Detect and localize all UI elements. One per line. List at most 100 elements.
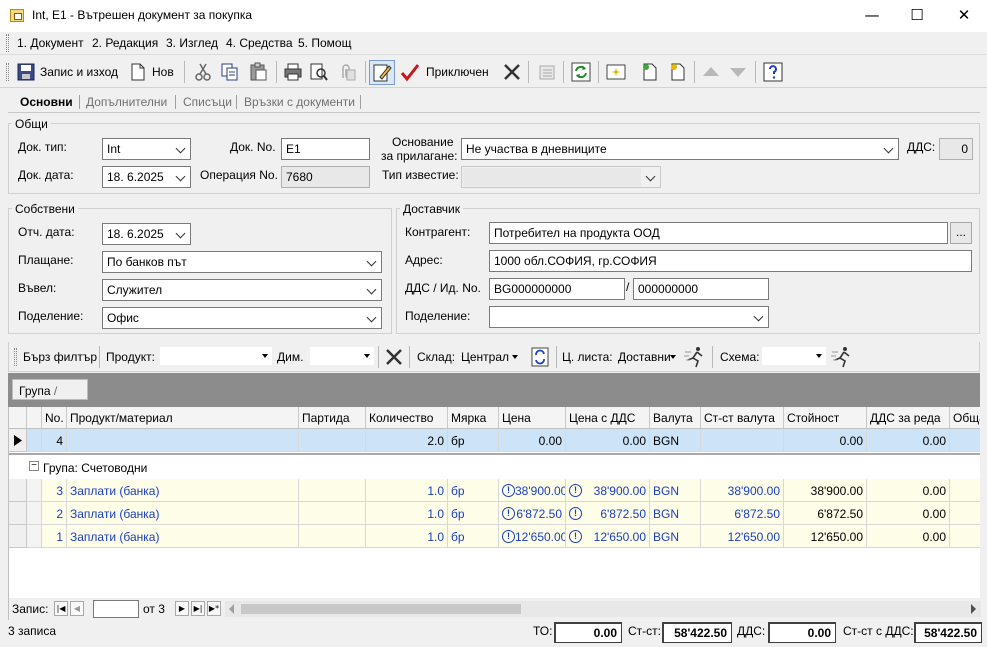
refresh-icon[interactable] [571,62,591,82]
cell-quantity[interactable]: 1.0 [366,479,448,502]
doc-no-input[interactable]: E1 [281,138,370,160]
new-record-button[interactable]: ▶* [207,601,221,616]
toolbar-grip[interactable] [6,63,9,81]
cell-no[interactable]: 3 [42,479,67,502]
col-header-price[interactable]: Цена [499,407,566,429]
col-header-quantity[interactable]: Количество [366,407,448,429]
cell-quantity[interactable]: 2.0 [366,429,448,452]
cell-value-currency[interactable]: 6'872.50 [701,502,784,525]
tab-document-links[interactable]: Връзки с документи [244,95,355,109]
cell-no[interactable]: 4 [42,429,67,452]
cell-total[interactable] [950,502,980,525]
counterparty-browse-button[interactable]: ... [950,222,972,244]
cell-currency[interactable]: BGN [650,502,701,525]
cell-product[interactable]: Заплати (банка) [67,525,299,548]
refresh-warehouse-icon[interactable] [531,347,549,367]
cell-quantity[interactable]: 1.0 [366,502,448,525]
cell-batch[interactable] [299,502,366,525]
scheme-runner-icon[interactable] [830,346,854,368]
move-down-icon[interactable] [728,62,748,82]
cell-price[interactable]: 0.00 [499,429,566,452]
cell-vat-row[interactable]: 0.00 [867,525,950,548]
tab-main[interactable]: Основни [20,95,73,109]
move-up-icon[interactable] [701,62,721,82]
filter-grip[interactable] [14,348,17,366]
address-input[interactable]: 1000 обл.СОФИЯ, гр.СОФИЯ [489,250,972,272]
maximize-button[interactable]: ☐ [894,0,940,32]
price-list-select[interactable]: Доставни [618,350,671,364]
cell-value-currency[interactable]: 12'650.00 [701,525,784,548]
scroll-right-icon[interactable] [971,604,976,614]
cell-value[interactable]: 12'650.00 [784,525,867,548]
cell-product[interactable] [67,429,299,452]
close-button[interactable]: ✕ [941,0,987,32]
cell-batch[interactable] [299,429,366,452]
cell-value[interactable]: 38'900.00 [784,479,867,502]
cell-quantity[interactable]: 1.0 [366,525,448,548]
table-row[interactable]: 3 Заплати (банка) 1.0 бр ! 38'900.00 ! 38'… [9,479,980,502]
cell-total[interactable] [950,525,980,548]
record-number-input[interactable] [93,600,139,618]
table-row[interactable]: 1 Заплати (банка) 1.0 бр ! 12'650.00 ! 12'… [9,525,980,548]
cell-vat-row[interactable]: 0.00 [867,502,950,525]
col-header-unit[interactable]: Мярка [448,407,499,429]
col-header-value-currency[interactable]: Ст-ст валута [701,407,784,429]
delete-icon[interactable] [502,62,522,82]
collapse-group-toggle[interactable]: − [29,461,39,471]
table-row[interactable]: 2 Заплати (банка) 1.0 бр ! 6'872.50 ! 6'87… [9,502,980,525]
cell-value-currency[interactable] [701,429,784,452]
last-record-button[interactable]: ▶| [191,601,205,616]
cell-batch[interactable] [299,479,366,502]
cell-vat-row[interactable]: 0.00 [867,429,950,452]
copy-icon[interactable] [220,62,240,82]
menu-document[interactable]: 1. Документ [17,36,84,50]
add-row-icon[interactable] [640,62,660,82]
cell-unit[interactable]: бр [448,525,499,548]
cell-unit[interactable]: бр [448,429,499,452]
report-date-picker[interactable]: 18. 6.2025 [102,223,191,245]
cell-product[interactable]: Заплати (банка) [67,502,299,525]
doc-type-select[interactable]: Int [102,138,191,160]
runner-icon[interactable] [683,346,707,368]
supplier-division-select[interactable] [489,306,769,328]
col-header-no[interactable]: No. [42,407,67,429]
print-preview-icon[interactable] [309,62,329,82]
copy-row-icon[interactable] [668,62,688,82]
cell-currency[interactable]: BGN [650,525,701,548]
cell-price[interactable]: ! 38'900.00 [499,479,566,502]
cell-no[interactable]: 1 [42,525,67,548]
next-record-button[interactable]: ▶ [175,601,189,616]
payment-select[interactable]: По банков път [102,251,382,273]
horizontal-scrollbar[interactable] [225,601,981,617]
cell-value[interactable]: 0.00 [784,429,867,452]
cell-vat-row[interactable]: 0.00 [867,479,950,502]
scrollbar-thumb[interactable] [241,604,521,614]
quick-filter-button[interactable]: Бърз филтър [23,350,97,364]
cell-price-vat[interactable]: ! 12'650.00 [566,525,650,548]
own-division-select[interactable]: Офис [102,307,382,329]
col-header-vat-row[interactable]: ДДС за реда [867,407,950,429]
print-icon[interactable] [283,62,303,82]
cell-unit[interactable]: бр [448,479,499,502]
cell-price-vat[interactable]: ! 38'900.00 [566,479,650,502]
cell-value[interactable]: 6'872.50 [784,502,867,525]
cut-icon[interactable] [193,62,213,82]
product-filter-select[interactable] [160,347,272,365]
vat-no-input[interactable]: BG000000000 [489,278,625,300]
menu-tools[interactable]: 4. Средства [226,36,293,50]
col-header-value[interactable]: Стойност [784,407,867,429]
table-row-edit[interactable]: 4 2.0 бр 0.00 0.00 BGN 0.00 0.00 [9,429,980,452]
col-header-product[interactable]: Продукт/материал [67,407,299,429]
help-icon[interactable] [763,62,783,82]
group-header-row[interactable]: − Група: Счетоводни [9,455,980,478]
cell-product[interactable]: Заплати (банка) [67,479,299,502]
first-record-button[interactable]: |◀ [54,601,68,616]
finish-button[interactable]: Приключен [398,56,494,88]
col-header-batch[interactable]: Партида [299,407,366,429]
cell-unit[interactable]: бр [448,502,499,525]
notice-type-select[interactable] [461,166,661,188]
wizard-icon[interactable] [606,62,626,82]
cell-price-vat[interactable]: 0.00 [566,429,650,452]
menu-help[interactable]: 5. Помощ [298,36,351,50]
col-header-currency[interactable]: Валута [650,407,701,429]
